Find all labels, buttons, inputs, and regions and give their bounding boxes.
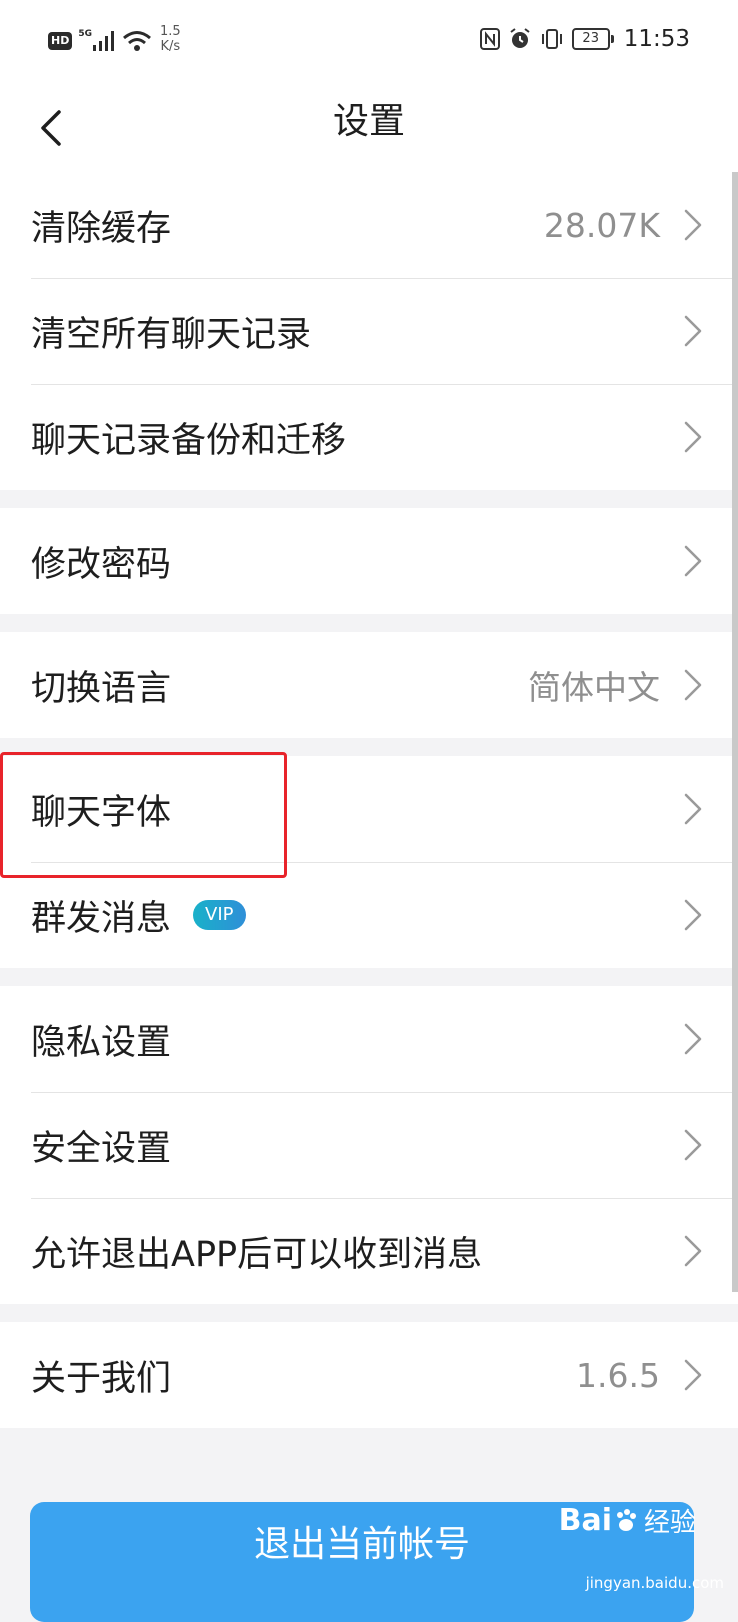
chevron-left-icon (41, 110, 61, 146)
watermark-logo: Bai (558, 1503, 612, 1538)
back-button[interactable] (24, 102, 76, 154)
settings-row[interactable]: 聊天字体 (0, 756, 738, 862)
settings-row-label: 切换语言 (31, 668, 172, 709)
battery-icon: 23 (571, 28, 614, 50)
settings-row-label: 修改密码 (31, 544, 172, 585)
network-speed: 1.5 K/s (160, 24, 181, 54)
baidu-paw-icon (616, 1508, 636, 1531)
settings-row-label: 清空所有聊天记录 (31, 314, 312, 355)
wifi-icon (123, 31, 151, 51)
settings-group: 隐私设置安全设置允许退出APP后可以收到消息 (0, 986, 738, 1304)
vibrate-icon (541, 29, 562, 49)
alarm-icon (510, 28, 530, 48)
settings-row-value: 简体中文 (528, 668, 660, 707)
settings-row-label: 聊天记录备份和迁移 (31, 420, 347, 461)
settings-row-label: 关于我们 (31, 1358, 172, 1399)
status-left: HD 5G 1.5 K/s (48, 24, 181, 54)
settings-group: 聊天字体群发消息 VIP (0, 756, 738, 968)
chevron-right-icon (684, 793, 702, 825)
settings-group: 切换语言 简体中文 (0, 632, 738, 738)
settings-row-label: 群发消息 (31, 898, 172, 939)
scrollbar[interactable] (732, 172, 738, 1292)
chevron-right-icon (684, 1129, 702, 1161)
status-right: 23 11:53 (479, 26, 690, 52)
settings-row[interactable]: 修改密码 (0, 508, 738, 614)
settings-row-label: 隐私设置 (31, 1022, 172, 1063)
chevron-right-icon (684, 899, 702, 931)
vip-badge: VIP (193, 900, 246, 930)
settings-row[interactable]: 安全设置 (0, 1092, 738, 1198)
settings-row-value: 1.6.5 (576, 1355, 660, 1395)
settings-group: 修改密码 (0, 508, 738, 614)
settings-row[interactable]: 聊天记录备份和迁移 (0, 384, 738, 490)
status-time: 11:53 (623, 26, 690, 52)
settings-row-label: 聊天字体 (31, 792, 172, 833)
settings-group: 清除缓存 28.07K 清空所有聊天记录 聊天记录备份和迁移 (0, 172, 738, 490)
chevron-right-icon (684, 1359, 702, 1391)
chevron-right-icon (684, 1023, 702, 1055)
chevron-right-icon (684, 209, 702, 241)
settings-row[interactable]: 关于我们 1.6.5 (0, 1322, 738, 1428)
settings-row[interactable]: 清除缓存 28.07K (0, 172, 738, 278)
chevron-right-icon (684, 421, 702, 453)
watermark-domain: jingyan.baidu.com (585, 1574, 724, 1592)
chevron-right-icon (684, 1235, 702, 1267)
settings-row[interactable]: 群发消息 VIP (0, 862, 738, 968)
settings-row[interactable]: 允许退出APP后可以收到消息 (0, 1198, 738, 1304)
status-bar: HD 5G 1.5 K/s 23 11:53 (0, 0, 738, 84)
network-type: 5G (78, 29, 92, 39)
settings-list: 清除缓存 28.07K 清空所有聊天记录 聊天记录备份和迁移 修改密码 切换语言 简体中文聊… (0, 172, 738, 1446)
settings-row-label: 允许退出APP后可以收到消息 (31, 1234, 483, 1275)
nav-bar: 设置 (0, 84, 738, 172)
settings-row[interactable]: 隐私设置 (0, 986, 738, 1092)
settings-row[interactable]: 切换语言 简体中文 (0, 632, 738, 738)
hd-icon: HD (48, 32, 73, 50)
watermark-text: 经验 (643, 1508, 696, 1538)
chevron-right-icon (684, 545, 702, 577)
settings-row-label: 安全设置 (31, 1128, 172, 1169)
settings-row[interactable]: 清空所有聊天记录 (0, 278, 738, 384)
settings-group: 关于我们 1.6.5 (0, 1322, 738, 1428)
page-title: 设置 (332, 101, 405, 142)
chevron-right-icon (684, 669, 702, 701)
nfc-icon (479, 28, 500, 50)
settings-row-label: 清除缓存 (31, 208, 172, 249)
baidu-watermark: Bai 经验 (559, 1502, 696, 1539)
signal-icon (93, 31, 114, 51)
chevron-right-icon (684, 315, 702, 347)
settings-row-value: 28.07K (543, 205, 660, 245)
